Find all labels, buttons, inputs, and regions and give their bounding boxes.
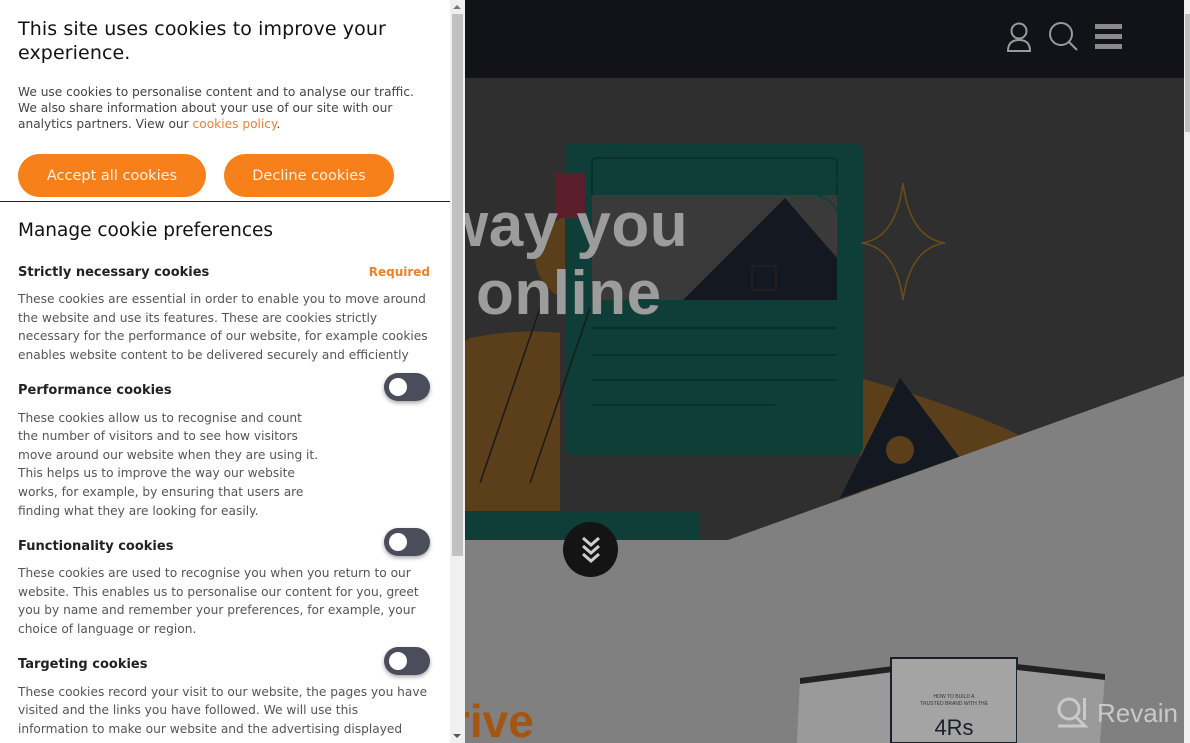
targeting-cookies-toggle[interactable]: [384, 646, 430, 675]
category-name: Strictly necessary cookies: [18, 264, 210, 280]
category-name: Performance cookies: [18, 383, 172, 399]
cookie-preferences: Manage cookie preferences Strictly neces…: [0, 202, 450, 738]
scroll-up-arrow-icon[interactable]: [453, 5, 461, 9]
chevrons-down-icon: [581, 536, 600, 563]
category-description: These cookies are essential in order to …: [18, 292, 428, 362]
functionality-cookies-toggle[interactable]: [384, 528, 430, 557]
toggle-knob: [389, 377, 407, 396]
svg-text:4Rs: 4Rs: [934, 715, 973, 740]
cookie-category-strictly-necessary: Strictly necessary cookies Required Thes…: [18, 262, 430, 364]
category-description: These cookies are used to recognise you …: [18, 566, 419, 636]
category-name: Targeting cookies: [18, 657, 148, 672]
toggle-knob: [389, 533, 407, 552]
cookie-category-targeting: Targeting cookies These cookies record y…: [18, 646, 430, 739]
category-description: These cookies record your visit to our w…: [18, 684, 428, 736]
cookie-consent-panel: This site uses cookies to improve your e…: [0, 0, 450, 743]
panel-scrollbar[interactable]: [450, 0, 465, 743]
scroll-down-button[interactable]: [563, 522, 618, 577]
panel-scrollbar-thumb[interactable]: [452, 14, 463, 556]
decline-cookies-button[interactable]: Decline cookies: [224, 154, 394, 197]
intro-end: .: [276, 116, 281, 131]
svg-text:HOW TO BUILD A: HOW TO BUILD A: [934, 694, 976, 700]
performance-cookies-toggle[interactable]: [384, 372, 430, 401]
cookies-policy-link[interactable]: cookies policy: [193, 117, 277, 131]
revain-watermark: Revain: [1055, 696, 1178, 730]
cookie-category-performance: Performance cookies These cookies allow …: [18, 372, 430, 521]
accept-all-cookies-button[interactable]: Accept all cookies: [18, 154, 206, 197]
menu-icon[interactable]: [1094, 22, 1124, 52]
revain-logo-icon: [1057, 697, 1089, 728]
category-name: Functionality cookies: [18, 538, 174, 554]
cookie-category-functionality: Functionality cookies These cookies are …: [18, 528, 430, 638]
page-scrollbar[interactable]: [1184, 0, 1190, 743]
cookie-banner-intro: We use cookies to personalise content an…: [18, 84, 432, 132]
toggle-knob: [389, 651, 407, 670]
category-description: These cookies allow us to recognise and …: [18, 410, 319, 518]
revain-text: Revain: [1097, 697, 1178, 728]
manage-preferences-title: Manage cookie preferences: [18, 220, 274, 241]
page-scrollbar-thumb[interactable]: [1185, 14, 1190, 132]
search-icon[interactable]: [1048, 20, 1080, 54]
scroll-down-arrow-icon[interactable]: [453, 734, 461, 738]
hero-heading-line1: way you: [440, 191, 689, 260]
svg-text:TRUSTED BRAND WITH THE: TRUSTED BRAND WITH THE: [920, 701, 989, 707]
cookie-banner-title: This site uses cookies to improve your e…: [18, 18, 386, 64]
user-icon[interactable]: [1004, 21, 1034, 53]
hero-heading-line2: online: [476, 259, 662, 328]
required-badge: Required: [368, 265, 430, 280]
